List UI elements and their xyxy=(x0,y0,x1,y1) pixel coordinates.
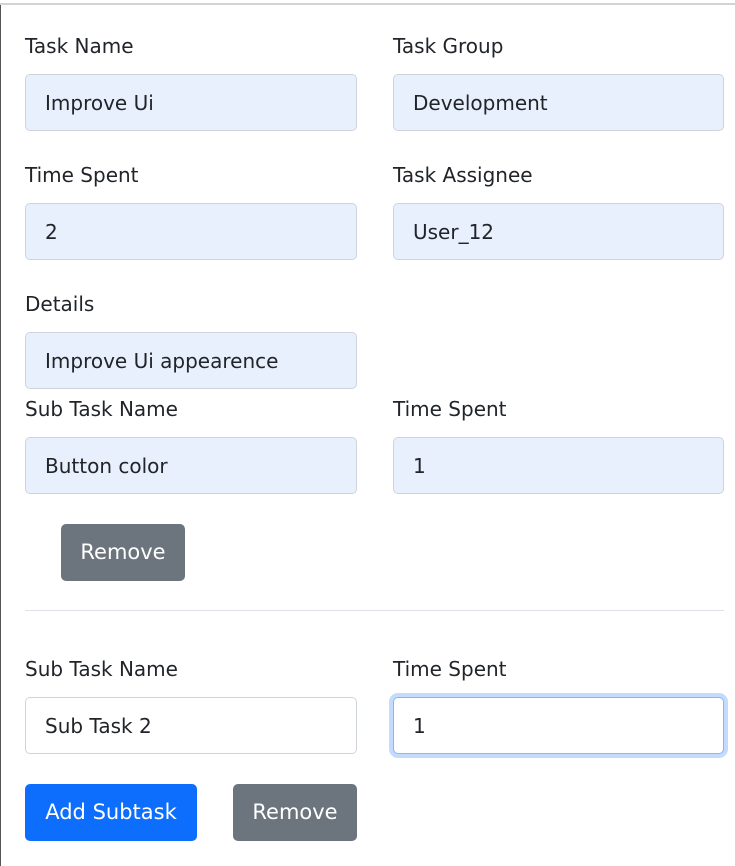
time-spent-input[interactable] xyxy=(25,203,357,260)
task-group-label: Task Group xyxy=(393,34,504,58)
time-spent-label: Time Spent xyxy=(25,163,139,187)
subtask-name-label: Sub Task Name xyxy=(25,397,178,421)
task-assignee-label: Task Assignee xyxy=(393,163,533,187)
subtask-time-label: Time Spent xyxy=(393,397,507,421)
task-assignee-input[interactable] xyxy=(393,203,724,260)
left-border xyxy=(0,5,1,866)
add-subtask-button[interactable]: Add Subtask xyxy=(25,784,197,841)
subtask-name-label: Sub Task Name xyxy=(25,657,178,681)
task-group-input[interactable] xyxy=(393,74,724,131)
task-name-input[interactable] xyxy=(25,74,357,131)
remove-subtask-button[interactable]: Remove xyxy=(233,784,357,841)
subtask-time-input[interactable] xyxy=(393,437,724,494)
task-name-label: Task Name xyxy=(25,34,134,58)
subtask-divider xyxy=(25,610,724,611)
subtask-time-label: Time Spent xyxy=(393,657,507,681)
subtask-name-input[interactable] xyxy=(25,697,357,754)
subtask-time-input-focused[interactable] xyxy=(393,697,724,754)
top-border xyxy=(0,3,735,5)
remove-subtask-button[interactable]: Remove xyxy=(61,524,185,581)
subtask-name-input[interactable] xyxy=(25,437,357,494)
details-input[interactable] xyxy=(25,332,357,389)
details-label: Details xyxy=(25,292,95,316)
